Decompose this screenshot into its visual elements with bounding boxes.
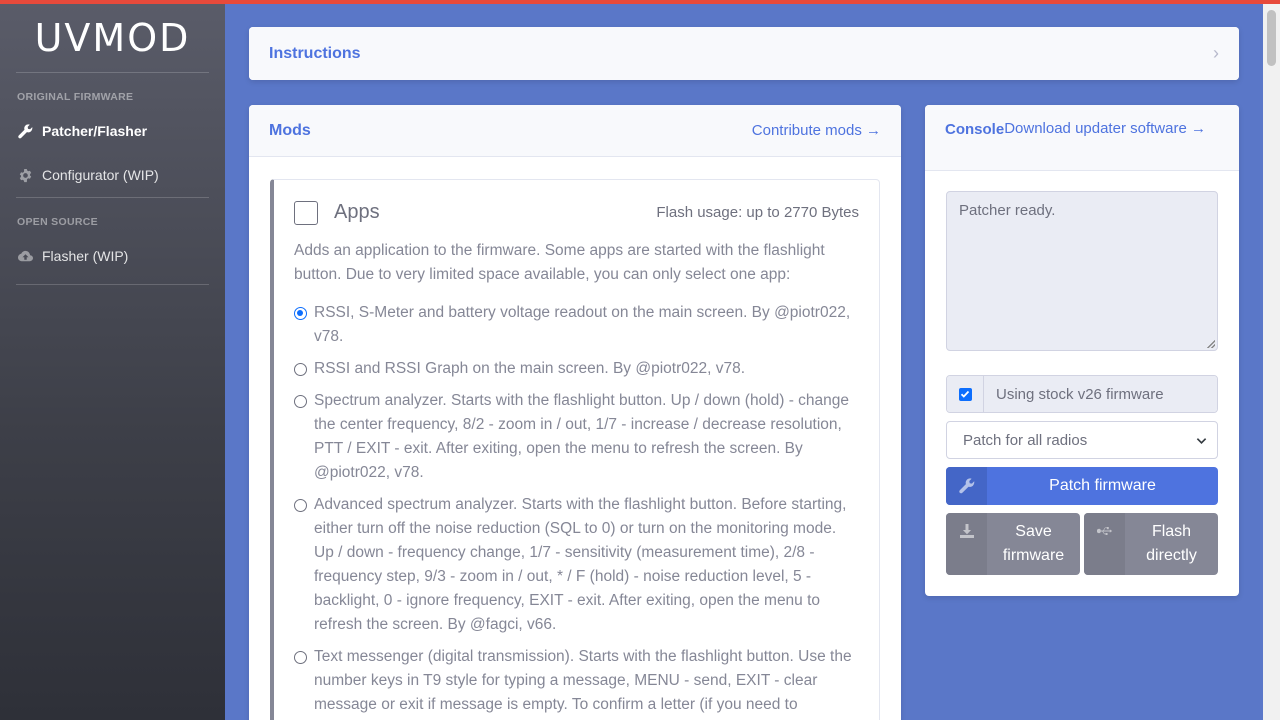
sidebar-item-label: Configurator (WIP) [42,167,159,183]
mod-apps-title: Apps [334,201,380,223]
sidebar-heading-open-source: OPEN SOURCE [17,216,98,228]
flash-directly-label: Flash directly [1146,523,1197,564]
app-option-rssi-graph[interactable]: RSSI and RSSI Graph on the main screen. … [294,357,859,381]
app-option-radio[interactable] [294,395,307,408]
mod-apps-header: Apps Flash usage: up to 2770 Bytes [294,200,859,225]
app-option-radio[interactable] [294,499,307,512]
app-option-advanced-spectrum[interactable]: Advanced spectrum analyzer. Starts with … [294,493,859,637]
sidebar-item-configurator[interactable]: Configurator (WIP) [0,153,225,197]
sidebar-item-label: Flasher (WIP) [42,248,129,264]
app-option-label: Spectrum analyzer. Starts with the flash… [314,392,850,481]
instructions-header[interactable]: Instructions › [249,27,1239,80]
stock-firmware-toggle[interactable]: Using stock v26 firmware [946,375,1218,413]
console-card: Console Download updater software → Patc… [925,105,1239,596]
resize-handle-icon[interactable] [1207,340,1215,348]
sidebar-divider [16,284,209,285]
patch-target-value: Patch for all radios [963,431,1088,449]
console-header: Console Download updater software → [925,105,1239,171]
stock-firmware-label: Using stock v26 firmware [984,376,1217,412]
app-option-label: RSSI, S-Meter and battery voltage readou… [314,304,851,345]
chevron-right-icon: › [1213,43,1219,63]
app-option-radio[interactable] [294,651,307,664]
app-option-text-messenger[interactable]: Text messenger (digital transmission). S… [294,645,859,717]
download-updater-link[interactable]: Download updater software → [1004,121,1206,137]
console-log-textarea[interactable]: Patcher ready. [946,191,1218,351]
wrench-icon [17,123,34,140]
app-option-radio[interactable] [294,363,307,376]
wrench-icon [946,467,987,505]
instructions-card: Instructions › [249,27,1239,80]
app-option-label: RSSI and RSSI Graph on the main screen. … [314,360,746,377]
patch-target-select[interactable]: Patch for all radios [946,421,1218,459]
mods-title: Mods [269,121,311,139]
console-title: Console [945,121,1005,138]
patch-firmware-button[interactable]: Patch firmware [946,467,1218,505]
mods-card: Mods Contribute mods → Apps Flash usage:… [249,105,901,720]
app-option-radio[interactable] [294,307,307,320]
mods-header: Mods Contribute mods → [249,105,901,157]
app-option-label: Advanced spectrum analyzer. Starts with … [314,496,847,633]
page-scrollbar[interactable] [1263,0,1280,720]
scrollbar-thumb[interactable] [1267,10,1276,66]
save-firmware-button[interactable]: Save firmware [946,513,1080,575]
sidebar-heading-original-firmware: ORIGINAL FIRMWARE [17,91,134,103]
patch-firmware-label: Patch firmware [1049,477,1156,494]
brand-logo[interactable]: UVMOD [0,4,225,72]
checkmark-icon [960,390,970,398]
top-accent-bar [0,0,1280,4]
sidebar: UVMOD ORIGINAL FIRMWARE Patcher/Flasher … [0,0,225,720]
gear-icon [17,167,34,184]
app-option-spectrum-analyzer[interactable]: Spectrum analyzer. Starts with the flash… [294,389,859,485]
mod-apps-checkbox[interactable] [294,200,318,225]
cloud-upload-icon [17,248,34,265]
app-option-label: Text messenger (digital transmission). S… [314,648,852,713]
stock-firmware-checkbox[interactable] [958,387,972,401]
download-icon [946,513,987,575]
stock-firmware-checkbox-wrap [947,376,984,412]
sidebar-item-patcher-flasher[interactable]: Patcher/Flasher [0,109,225,153]
sidebar-item-label: Patcher/Flasher [42,123,148,139]
app-option-rssi-smeter[interactable]: RSSI, S-Meter and battery voltage readou… [294,301,859,349]
mod-apps-description: Adds an application to the firmware. Som… [294,242,825,283]
flash-usage-label: Flash usage: up to 2770 Bytes [656,204,859,221]
mod-apps: Apps Flash usage: up to 2770 Bytes Adds … [270,179,880,720]
contribute-mods-link[interactable]: Contribute mods → [752,122,881,139]
instructions-title: Instructions [269,44,361,62]
usb-icon [1084,513,1125,575]
console-log-text: Patcher ready. [959,202,1056,219]
chevron-down-icon [1196,437,1207,444]
flash-directly-button[interactable]: Flash directly [1084,513,1218,575]
save-firmware-label: Save firmware [1002,523,1065,564]
sidebar-item-flasher-wip[interactable]: Flasher (WIP) [0,234,225,278]
